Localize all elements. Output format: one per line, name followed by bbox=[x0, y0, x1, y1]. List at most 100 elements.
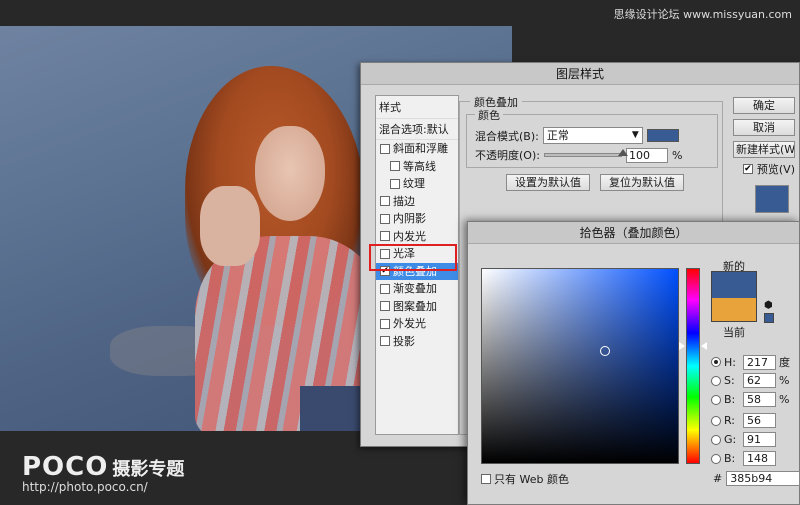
chevron-down-icon: ▼ bbox=[631, 130, 639, 140]
radio-g[interactable] bbox=[711, 434, 721, 445]
field-input-h[interactable]: 217 bbox=[743, 354, 776, 370]
brand-subtitle: 摄影专题 bbox=[112, 459, 185, 480]
radio-bc[interactable] bbox=[711, 453, 721, 464]
selected-highlight-box bbox=[369, 244, 457, 271]
field-input-g[interactable]: 91 bbox=[743, 432, 776, 447]
reset-default-button[interactable]: 复位为默认值 bbox=[600, 174, 684, 191]
saturation-brightness-field[interactable] bbox=[481, 268, 679, 464]
overlay-color-swatch[interactable] bbox=[646, 129, 679, 142]
style-item-checkbox[interactable] bbox=[380, 213, 390, 224]
blend-mode-value: 正常 bbox=[546, 129, 569, 142]
style-item[interactable]: 内发光 bbox=[376, 228, 458, 246]
blend-options-item[interactable]: 混合选项:默认 bbox=[376, 118, 458, 140]
color-picker-dialog: 拾色器（叠加颜色） 新的 当前 ⬢ H: 217 度 S: 62% B: 58% R: 56 G:… bbox=[467, 221, 800, 505]
style-item[interactable]: 内阴影 bbox=[376, 210, 458, 228]
preview-checkbox[interactable]: ✔ bbox=[742, 164, 753, 174]
new-style-button[interactable]: 新建样式(W)... bbox=[733, 141, 795, 158]
hue-slider[interactable] bbox=[686, 268, 700, 464]
make-default-button[interactable]: 设置为默认值 bbox=[506, 174, 590, 191]
preview-swatch bbox=[755, 185, 789, 213]
field-label: H: bbox=[724, 355, 736, 369]
field-label: B: bbox=[724, 393, 736, 406]
color-picker-title[interactable]: 拾色器（叠加颜色） bbox=[468, 222, 799, 244]
field-unit: 度 bbox=[779, 356, 790, 369]
opacity-slider-thumb[interactable] bbox=[617, 149, 628, 156]
layer-style-title[interactable]: 图层样式 bbox=[361, 63, 799, 85]
style-item[interactable]: 图案叠加 bbox=[376, 298, 458, 316]
hex-input[interactable]: 385b94 bbox=[726, 471, 800, 486]
color-group-title: 颜色 bbox=[475, 107, 503, 123]
field-input-r[interactable]: 56 bbox=[743, 413, 776, 428]
opacity-unit: % bbox=[671, 148, 683, 162]
style-item-label: 纹理 bbox=[403, 177, 425, 190]
field-row-s: S: 62% bbox=[711, 373, 789, 388]
web-only-label: 只有 Web 颜色 bbox=[494, 473, 569, 486]
preview-label: 预览(V) bbox=[756, 163, 795, 176]
cancel-button[interactable]: 取消 bbox=[733, 119, 795, 136]
style-item[interactable]: 渐变叠加 bbox=[376, 280, 458, 298]
field-input-bv[interactable]: 58 bbox=[743, 392, 776, 407]
style-item[interactable]: 投影 bbox=[376, 333, 458, 351]
watermark-text: 思缘设计论坛 www.missyuan.com bbox=[613, 8, 792, 21]
field-unit: % bbox=[779, 393, 790, 406]
brand-logo: POCO 摄影专题 http://photo.poco.cn/ bbox=[22, 452, 184, 494]
style-item-checkbox[interactable] bbox=[380, 301, 390, 312]
photo-face bbox=[255, 126, 325, 221]
style-item[interactable]: 纹理 bbox=[376, 175, 458, 193]
color-cursor[interactable] bbox=[599, 346, 610, 357]
style-item-label: 投影 bbox=[393, 334, 415, 348]
web-only-checkbox[interactable] bbox=[481, 474, 491, 484]
new-color-swatch bbox=[711, 271, 757, 298]
photo-hand bbox=[200, 186, 260, 266]
current-color-label: 当前 bbox=[723, 326, 745, 339]
style-item-label: 内阴影 bbox=[393, 212, 426, 225]
preview-toggle[interactable]: ✔ 预览(V) bbox=[742, 161, 795, 177]
blend-mode-label: 混合模式(B): bbox=[475, 129, 539, 143]
style-item-label: 图案叠加 bbox=[393, 299, 437, 313]
radio-s[interactable] bbox=[711, 375, 721, 386]
style-item-checkbox[interactable] bbox=[380, 196, 390, 207]
hue-slider-arrow-left[interactable] bbox=[679, 341, 685, 350]
ok-button[interactable]: 确定 bbox=[733, 97, 795, 114]
field-row-r: R: 56 bbox=[711, 413, 779, 428]
radio-bv[interactable] bbox=[711, 394, 721, 405]
style-item[interactable]: 描边 bbox=[376, 193, 458, 211]
radio-r[interactable] bbox=[711, 415, 721, 426]
field-input-bc[interactable]: 148 bbox=[743, 451, 776, 466]
blend-mode-select[interactable]: 正常 ▼ bbox=[542, 127, 643, 144]
style-item-checkbox[interactable] bbox=[380, 318, 390, 329]
style-item-label: 斜面和浮雕 bbox=[393, 142, 448, 155]
style-item-checkbox[interactable] bbox=[380, 143, 390, 154]
style-item-checkbox[interactable] bbox=[380, 231, 390, 242]
brand-poco: POCO bbox=[22, 452, 109, 482]
brand-url: http://photo.poco.cn/ bbox=[22, 480, 148, 494]
hue-slider-arrow-right[interactable] bbox=[701, 341, 707, 350]
field-row-g: G: 91 bbox=[711, 432, 779, 447]
style-item-label: 内发光 bbox=[393, 229, 426, 243]
opacity-input[interactable]: 100 bbox=[625, 147, 668, 163]
hex-prefix: # bbox=[713, 472, 723, 485]
color-group: 颜色 混合模式(B): 正常 ▼ 不透明度(O): 100 % bbox=[466, 107, 718, 168]
gamut-cube-icon[interactable]: ⬢ bbox=[764, 300, 773, 311]
style-item-checkbox[interactable] bbox=[380, 283, 390, 294]
style-item-label: 描边 bbox=[393, 194, 415, 208]
field-input-s[interactable]: 62 bbox=[743, 373, 776, 388]
style-item-checkbox[interactable] bbox=[380, 336, 390, 347]
web-safe-swatch[interactable] bbox=[764, 313, 774, 323]
style-item-label: 外发光 bbox=[393, 317, 426, 330]
field-label: S: bbox=[724, 374, 735, 387]
field-row-bc: B: 148 bbox=[711, 451, 779, 466]
opacity-slider[interactable] bbox=[543, 149, 628, 157]
styles-header[interactable]: 样式 bbox=[376, 96, 458, 118]
field-label: B: bbox=[724, 452, 736, 465]
field-label: G: bbox=[724, 433, 737, 446]
style-item[interactable]: 外发光 bbox=[376, 315, 458, 333]
style-item[interactable]: 等高线 bbox=[376, 158, 458, 176]
style-item-checkbox[interactable] bbox=[390, 178, 400, 189]
web-only-toggle[interactable]: 只有 Web 颜色 bbox=[481, 471, 569, 487]
current-color-swatch[interactable] bbox=[711, 298, 757, 322]
style-item[interactable]: 斜面和浮雕 bbox=[376, 140, 458, 158]
opacity-label: 不透明度(O): bbox=[475, 149, 540, 162]
style-item-checkbox[interactable] bbox=[390, 161, 400, 172]
radio-h[interactable] bbox=[711, 357, 721, 367]
